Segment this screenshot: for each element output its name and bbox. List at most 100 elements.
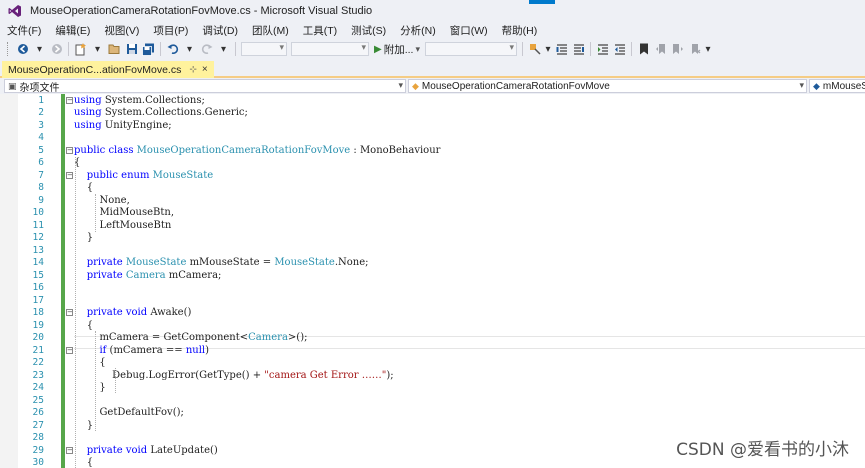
collapse-region-icon[interactable]: − [66,96,73,104]
code-line[interactable]: 22 { [0,357,865,370]
code-line[interactable]: 8 { [0,182,865,195]
menu-file[interactable]: 文件(F) [0,23,48,38]
menu-team[interactable]: 团队(M) [245,23,296,38]
quick-action-dropdown-icon[interactable]: ▾ [544,41,552,57]
code-line[interactable]: 17 [0,295,865,308]
collapse-region-icon[interactable]: − [66,309,73,316]
save-all-icon[interactable] [141,41,156,57]
tab-mouse-operation-camera[interactable]: MouseOperationC...ationFovMove.cs ⊹ × [2,61,214,78]
attach-dropdown-icon[interactable]: ▾ [415,44,420,55]
code-text: Debug.LogError(GetType() + "camera Get E… [74,370,393,383]
code-line[interactable]: 27 } [0,420,865,433]
menu-edit[interactable]: 编辑(E) [48,23,97,38]
line-number: 18 [32,307,44,318]
code-token: System [104,107,142,118]
redo-icon[interactable] [199,41,214,57]
code-line[interactable]: 19 { [0,320,865,333]
menu-debug[interactable]: 调试(D) [195,23,245,38]
outdent-icon[interactable] [612,41,627,57]
quick-action-icon[interactable] [527,41,542,57]
code-text: private void LateUpdate() [74,445,218,458]
solution-configuration-combo[interactable] [241,42,287,56]
code-token: MidMouseBtn [99,207,171,218]
code-line[interactable]: 18 − private void Awake() [0,307,865,320]
new-project-icon[interactable] [73,41,88,57]
code-line[interactable]: 2 using System.Collections.Generic; [0,107,865,120]
code-line[interactable]: 24 } [0,382,865,395]
menu-view[interactable]: 视图(V) [97,23,146,38]
code-line[interactable]: 5 − public class MouseOperationCameraRotat… [0,145,865,158]
code-line[interactable]: 7 − public enum MouseState [0,170,865,183]
line-number: 10 [32,207,44,218]
collapse-region-icon[interactable]: − [66,146,73,154]
previous-bookmark-icon[interactable] [653,41,668,57]
code-token: mCamera [168,269,219,281]
class-dropdown[interactable]: ◆ MouseOperationCameraRotationFovMove ▾ [408,79,807,93]
open-icon[interactable] [107,41,122,57]
watermark: CSDN @爱看书的小沐 [676,440,849,460]
code-line[interactable]: 15 private Camera mCamera; [0,270,865,283]
menu-project[interactable]: 项目(P) [146,23,195,38]
bookmark-icon[interactable] [636,41,651,57]
toolbar-grip[interactable] [7,42,11,56]
forward-icon[interactable] [49,41,64,57]
project-dropdown[interactable]: ▣ 杂项文件 ▾ [4,79,406,93]
code-line[interactable]: 26 GetDefaultFov(); [0,407,865,420]
code-line[interactable]: 12 } [0,232,865,245]
code-token: { [74,457,94,468]
code-line[interactable]: 1 − using System.Collections; [0,95,865,108]
code-line[interactable]: 11 LeftMouseBtn [0,220,865,233]
menu-test[interactable]: 测试(S) [344,23,393,38]
menu-analyze[interactable]: 分析(N) [393,23,443,38]
code-line[interactable]: 10 MidMouseBtn, [0,207,865,220]
menu-window[interactable]: 窗口(W) [443,23,495,38]
code-line[interactable]: 6{ [0,157,865,170]
code-text: MidMouseBtn, [74,207,174,220]
back-icon[interactable] [15,41,30,57]
back-dropdown-icon[interactable]: ▾ [32,41,47,57]
code-line[interactable]: 25 [0,395,865,408]
collapse-region-icon[interactable]: − [66,446,73,454]
code-line[interactable]: 14 private MouseState mMouseState = Mous… [0,257,865,270]
close-tab-icon[interactable]: × [202,64,208,75]
title-bar: MouseOperationCameraRotationFovMove.cs -… [0,0,865,21]
comment-icon[interactable] [554,41,569,57]
collapse-region-icon[interactable]: − [66,171,73,179]
code-editor[interactable]: 1− using System.Collections; 2 using System… [0,94,865,468]
member-dropdown[interactable]: ◆ mMouseS [809,79,865,93]
solution-platform-combo[interactable] [291,42,369,56]
line-number: 28 [32,432,44,443]
save-icon[interactable] [124,41,139,57]
new-project-dropdown-icon[interactable]: ▾ [90,41,105,57]
uncomment-icon[interactable] [571,41,586,57]
undo-icon[interactable] [165,41,180,57]
code-text: private MouseState mMouseState = MouseSt… [74,257,369,270]
undo-dropdown-icon[interactable]: ▾ [182,41,197,57]
toolbar-separator [631,42,632,56]
code-line[interactable]: 3 using UnityEngine; [0,120,865,133]
code-line[interactable]: 23 Debug.LogError(GetType() + "camera Ge… [0,370,865,383]
menu-tools[interactable]: 工具(T) [296,23,344,38]
code-token: , [126,194,130,206]
attach-button[interactable]: ▶ 附加... ▾ [374,42,420,57]
collapse-region-icon[interactable]: − [66,346,73,354]
code-line[interactable]: 4 [0,132,865,145]
toolbar-overflow-icon[interactable]: ▾ [704,41,712,57]
line-number: 16 [32,282,44,293]
next-bookmark-icon[interactable] [670,41,685,57]
code-line[interactable]: 20 mCamera = GetComponent<Camera>(); [0,332,865,345]
menu-help[interactable]: 帮助(H) [495,23,545,38]
code-line[interactable]: 9 None, [0,195,865,208]
indent-icon[interactable] [595,41,610,57]
clear-bookmarks-icon[interactable] [687,41,702,57]
code-line[interactable]: 13 [0,245,865,258]
redo-dropdown-icon[interactable]: ▾ [216,41,231,57]
target-combo[interactable] [425,42,517,56]
code-line[interactable]: 16 [0,282,865,295]
code-line[interactable]: 21 − if (mCamera == null) [0,345,865,358]
pin-tab-icon[interactable]: ⊹ [189,64,197,75]
line-number: 30 [32,457,44,468]
